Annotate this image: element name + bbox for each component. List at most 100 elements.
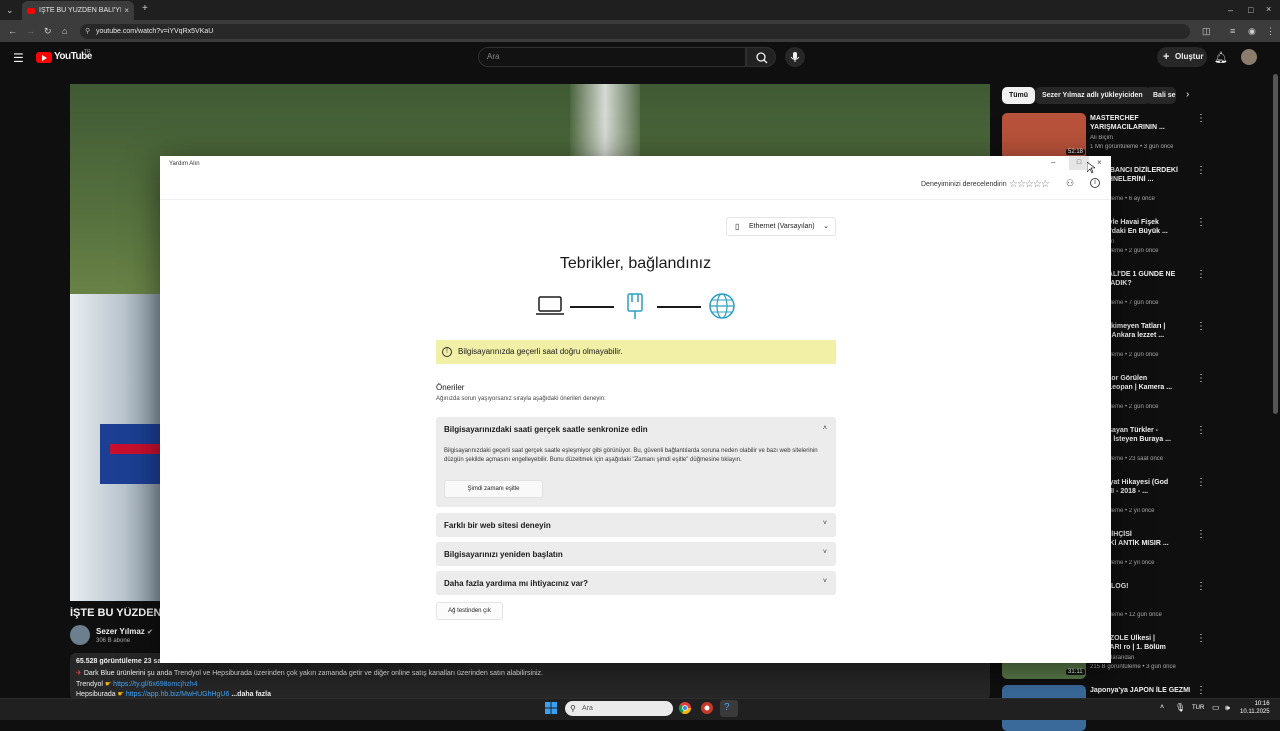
rating-stars[interactable]: ☆☆☆☆☆ xyxy=(1009,179,1050,190)
youtube-search-input[interactable]: Ara xyxy=(478,47,746,67)
connection-diagram xyxy=(536,293,735,319)
suggestions-subtitle: Ağınızda sorun yaşıyorsanız sırayla aşağ… xyxy=(436,396,606,402)
rec-more-icon[interactable]: ⋮ xyxy=(1196,374,1206,384)
rec-title-line2[interactable]: YARIŞMACILARININ ... xyxy=(1090,123,1190,132)
network-adapter-select[interactable]: ▯ Ethernet (Varsayılan) ⌄ xyxy=(726,217,836,236)
rec-meta: 1 Mn görüntüleme • 3 gün önce xyxy=(1090,144,1174,150)
home-icon[interactable]: ⌂ xyxy=(62,26,67,36)
youtube-search-button[interactable] xyxy=(746,47,776,67)
rec-more-icon[interactable]: ⋮ xyxy=(1196,218,1206,228)
notifications-bell-icon[interactable]: 🔔︎ xyxy=(1214,51,1228,64)
taskbar-clock[interactable]: 10:16 10.11.2025 xyxy=(1240,700,1270,716)
youtube-favicon-icon xyxy=(27,7,35,14)
chip-uploader[interactable]: Sezer Yılmaz adlı yükleyiciden xyxy=(1035,87,1150,104)
laptop-icon xyxy=(536,296,564,315)
hepsiburada-label: Hepsiburada xyxy=(76,691,116,698)
rec-more-icon[interactable]: ⋮ xyxy=(1196,426,1206,436)
chrome-profile-taskbar-icon[interactable] xyxy=(701,702,713,714)
dialog-divider xyxy=(160,199,1111,200)
accordion-more-help-title: Daha fazla yardıma mı ihtiyacınız var? xyxy=(444,579,589,588)
rec-more-icon[interactable]: ⋮ xyxy=(1196,478,1206,488)
chevron-down-icon: ˅ xyxy=(822,578,827,585)
rec-more-icon[interactable]: ⋮ xyxy=(1196,686,1206,696)
description-line: ✈ Dark Blue ürünlerini şu anda Trendyol … xyxy=(76,669,543,677)
mic-tray-icon[interactable]: 🎙︎ xyxy=(1175,703,1185,712)
info-icon[interactable]: i xyxy=(1090,178,1100,188)
rec-more-icon[interactable]: ⋮ xyxy=(1196,322,1206,332)
accordion-try-website[interactable]: Farklı bir web sitesi deneyin ˅ xyxy=(436,513,836,537)
create-button[interactable]: + Oluştur xyxy=(1157,47,1207,67)
sync-time-button[interactable]: Şimdi zamanı eşitle xyxy=(444,480,543,498)
tray-chevron-icon[interactable]: ˄ xyxy=(1160,704,1164,711)
hepsiburada-link[interactable]: https://app.hb.biz/MwHUGhHgU6 xyxy=(126,691,230,698)
dialog-close-icon[interactable]: × xyxy=(1097,158,1102,167)
browser-tab[interactable]: İŞTE BU YÜZDEN BALİ'YE HERK × xyxy=(22,1,134,20)
chevron-down-icon: ˅ xyxy=(822,549,827,556)
menu-kebab-icon[interactable]: ⋮ xyxy=(1266,26,1275,36)
rec-more-icon[interactable]: ⋮ xyxy=(1196,634,1206,644)
rec-more-icon[interactable]: ⋮ xyxy=(1196,114,1206,124)
tab-search-icon[interactable]: ⌄ xyxy=(6,5,14,15)
video-can-stripe-visual xyxy=(110,444,160,454)
windows-start-icon[interactable] xyxy=(545,702,557,714)
time-warning-banner: Bilgisayarınızda geçerli saat doğru olma… xyxy=(436,340,836,364)
accordion-restart-pc[interactable]: Bilgisayarınızı yeniden başlatın ˅ xyxy=(436,542,836,566)
page-scrollbar[interactable] xyxy=(1273,74,1278,414)
address-bar[interactable]: ⚲ youtube.com/watch?v=iYVqRx5VKaU xyxy=(80,24,1190,39)
channel-avatar[interactable] xyxy=(70,625,90,645)
url-text: youtube.com/watch?v=iYVqRx5VKaU xyxy=(96,28,214,35)
chip-all[interactable]: Tümü xyxy=(1002,87,1036,104)
rec-channel[interactable]: Ali Biçim xyxy=(1090,135,1190,141)
pointing-hand-icon: ☛ xyxy=(104,681,112,688)
contact-support-icon[interactable]: ⚇ xyxy=(1066,178,1074,189)
hamburger-menu-icon[interactable]: ☰ xyxy=(13,51,24,65)
user-avatar[interactable] xyxy=(1241,49,1257,65)
video-can-label-visual xyxy=(100,424,160,484)
input-language[interactable]: TUR xyxy=(1192,705,1204,711)
hepsiburada-line: Hepsiburada ☛ https://app.hb.biz/MwHUGhH… xyxy=(76,690,271,698)
taskbar-search[interactable]: ⚲ Ara xyxy=(565,701,673,716)
trendyol-link[interactable]: https://ty.gl/6x698omcjhzh4 xyxy=(113,681,197,688)
video-title: İŞTE BU YÜZDEN BA xyxy=(70,607,160,619)
close-window-icon[interactable]: × xyxy=(1266,4,1271,14)
dialog-minimize-icon[interactable]: – xyxy=(1051,158,1055,167)
taskbar-search-placeholder: Ara xyxy=(582,705,593,712)
new-tab-button[interactable]: + xyxy=(142,4,148,14)
rec-title-line1[interactable]: MASTERCHEF xyxy=(1090,114,1190,123)
volume-tray-icon[interactable]: 🕪︎ xyxy=(1225,703,1230,713)
chrome-taskbar-icon[interactable] xyxy=(679,702,691,714)
voice-search-button[interactable] xyxy=(785,47,805,67)
get-help-taskbar-button[interactable]: ? xyxy=(720,700,738,717)
site-info-icon[interactable]: ⚲ xyxy=(85,24,90,39)
accordion-sync-time[interactable]: Bilgisayarınızdaki saati gerçek saatle s… xyxy=(436,417,836,507)
chevron-right-icon[interactable]: › xyxy=(1186,89,1189,100)
profile-icon[interactable]: ◉ xyxy=(1248,26,1256,36)
network-tray-icon[interactable]: ▭ xyxy=(1212,703,1220,712)
tab-groups-icon[interactable]: ≡ xyxy=(1230,26,1235,36)
dialog-maximize-icon[interactable]: □ xyxy=(1069,156,1089,170)
minimize-window-icon[interactable]: – xyxy=(1228,5,1233,15)
mouse-cursor-icon xyxy=(1087,162,1095,174)
rec-more-icon[interactable]: ⋮ xyxy=(1196,530,1206,540)
maximize-window-icon[interactable]: □ xyxy=(1248,5,1253,15)
youtube-logo-icon[interactable] xyxy=(36,52,52,63)
chevron-down-icon: ⌄ xyxy=(823,223,829,230)
network-adapter-value: Ethernet (Varsayılan) xyxy=(749,223,815,230)
reload-icon[interactable]: ↻ xyxy=(44,26,52,36)
trendyol-label: Trendyol xyxy=(76,681,103,688)
rec-more-icon[interactable]: ⋮ xyxy=(1196,166,1206,176)
rec-more-icon[interactable]: ⋮ xyxy=(1196,270,1206,280)
get-help-icon: ? xyxy=(724,702,730,713)
extensions-icon[interactable]: ◫ xyxy=(1202,26,1211,36)
youtube-country-code: TR xyxy=(84,49,91,55)
show-more-link[interactable]: ...daha fazla xyxy=(231,691,271,698)
channel-name[interactable]: Sezer Yılmaz ✔ xyxy=(96,627,153,636)
exit-network-test-button[interactable]: Ağ testinden çık xyxy=(436,602,503,620)
tab-close-icon[interactable]: × xyxy=(124,6,129,15)
rec-title-line1[interactable]: Japonya'ya JAPON İLE GEZMEK! xyxy=(1090,686,1190,695)
forward-icon[interactable]: → xyxy=(26,26,35,36)
rec-more-icon[interactable]: ⋮ xyxy=(1196,582,1206,592)
chip-bali[interactable]: Bali se xyxy=(1146,87,1176,104)
back-icon[interactable]: ← xyxy=(8,26,17,36)
accordion-more-help[interactable]: Daha fazla yardıma mı ihtiyacınız var? ˅ xyxy=(436,571,836,595)
